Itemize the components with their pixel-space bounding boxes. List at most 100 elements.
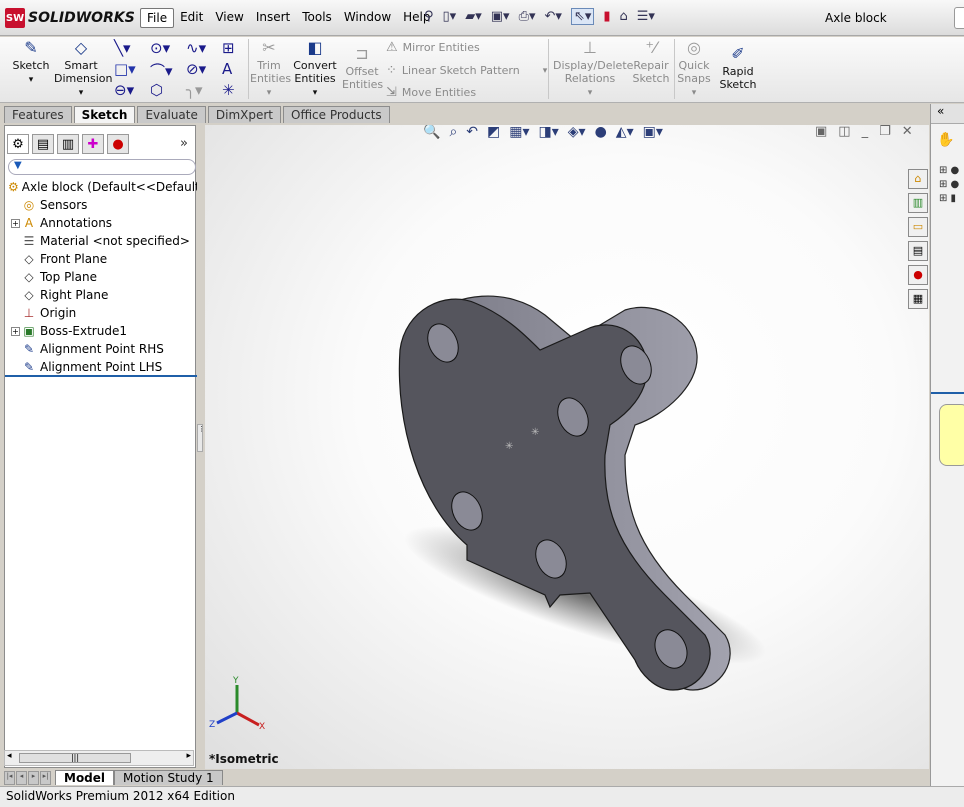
tree-root[interactable]: ⚙ Axle block (Default<<Default>_ <box>5 178 197 196</box>
rectangle-icon[interactable]: □▾ <box>114 60 136 78</box>
ellipse-icon[interactable]: ⊘▾ <box>186 60 206 78</box>
solidworks-logo-icon: SW <box>5 8 25 28</box>
scroll-left-icon[interactable]: ◂ <box>7 751 12 761</box>
quick-snaps-button[interactable]: ◎ Quick Snaps ▾ <box>676 39 712 100</box>
fillet-icon[interactable]: ╮▾ <box>186 81 203 99</box>
design-library-icon[interactable]: ▥ <box>908 193 928 213</box>
triad-x-label: X <box>259 722 265 732</box>
text-icon[interactable]: A <box>222 60 232 78</box>
expand-icon[interactable]: + <box>11 218 20 228</box>
open-folder-icon[interactable]: ▰▾ <box>465 9 482 24</box>
polygon-icon[interactable]: ⬡ <box>150 81 163 99</box>
slot-icon[interactable]: ⊖▾ <box>114 81 134 99</box>
tree-item[interactable]: ◇ Front Plane <box>5 250 197 268</box>
first-tab-icon[interactable]: |◂ <box>4 771 15 785</box>
select-arrow-icon[interactable]: ⇖▾ <box>570 8 595 25</box>
trim-entities-button[interactable]: ✂ Trim Entities ▾ <box>250 39 291 100</box>
rebuild-icon[interactable]: ▮ <box>603 9 610 24</box>
circle-icon[interactable]: ⊙▾ <box>150 39 170 57</box>
tree-expander[interactable]: ⊞ ▮ <box>939 192 959 206</box>
tree-item[interactable]: ◎ Sensors <box>5 196 197 214</box>
feature-tree-tab-icon[interactable]: ⚙ <box>7 134 29 154</box>
expand-icon[interactable]: + <box>11 326 20 336</box>
command-manager: ✎ Sketch ▾ ◇ Smart Dimension ▾ ╲▾ ⊙▾ ∿▾ ⊞ … <box>0 37 964 103</box>
hand-icon[interactable]: ✋ <box>937 132 954 148</box>
tree-expander[interactable]: ⊞ ● <box>939 164 959 178</box>
tree-item[interactable]: ☰ Material <not specified> <box>5 232 197 250</box>
panel-splitter[interactable]: ⋮ <box>197 424 205 452</box>
move-entities-button[interactable]: ⇲ Move Entities <box>386 85 476 100</box>
tab-sketch[interactable]: Sketch <box>73 106 136 123</box>
view-palette-icon[interactable]: ▤ <box>908 241 928 261</box>
tab-model[interactable]: Model <box>55 770 115 785</box>
file-properties-icon[interactable]: ⌂ <box>620 9 628 24</box>
print-icon[interactable]: ⎙▾ <box>519 9 536 24</box>
linear-sketch-pattern-button[interactable]: ⁘ Linear Sketch Pattern ▾ <box>386 63 547 78</box>
undo-icon[interactable]: ↶▾ <box>545 9 562 24</box>
arc-icon[interactable]: ⌒▾ <box>150 60 173 81</box>
chevron-down-icon[interactable]: ▾ <box>543 66 548 76</box>
tree-item-label: Material <not specified> <box>40 234 190 248</box>
configuration-manager-tab-icon[interactable]: ▥ <box>57 134 79 154</box>
new-document-icon[interactable]: ▯▾ <box>443 9 457 24</box>
last-tab-icon[interactable]: ▸| <box>40 771 51 785</box>
tree-item[interactable]: ◇ Top Plane <box>5 268 197 286</box>
appearances-icon[interactable]: ● <box>908 265 928 285</box>
menu-file[interactable]: File <box>140 8 175 28</box>
display-delete-relations-button[interactable]: ⊥ Display/Delete Relations ▾ <box>553 39 633 100</box>
part-model[interactable]: ✳ ✳ Y X Z <box>205 125 929 769</box>
file-explorer-icon[interactable]: ▭ <box>908 217 928 237</box>
menu-window[interactable]: Window <box>338 8 397 28</box>
point-icon[interactable]: ✳ <box>222 81 235 99</box>
tree-item[interactable]: + ▣ Boss-Extrude1 <box>5 322 197 340</box>
tree-item[interactable]: ⊥ Origin <box>5 304 197 322</box>
menu-view[interactable]: View <box>209 8 249 28</box>
tree-expander[interactable]: ⊞ ● <box>939 178 959 192</box>
menu-insert[interactable]: Insert <box>250 8 296 28</box>
tree-item[interactable]: + A Annotations <box>5 214 197 232</box>
rapid-sketch-icon: ✐ <box>731 44 745 63</box>
property-manager-tab-icon[interactable]: ▤ <box>32 134 54 154</box>
solidworks-window: SW SOLIDWORKS File Edit View Insert Tool… <box>0 0 964 807</box>
rapid-sketch-button[interactable]: ✐ Rapid Sketch <box>718 44 758 92</box>
tree-filter-input[interactable]: ▼ <box>8 159 196 175</box>
tree-item[interactable]: ◇ Right Plane <box>5 286 197 304</box>
dimxpert-manager-tab-icon[interactable]: ✚ <box>82 134 104 154</box>
scroll-thumb[interactable]: ||| <box>19 753 131 763</box>
tab-office-products[interactable]: Office Products <box>283 106 390 123</box>
alignment-point-rhs[interactable]: ✳ <box>531 427 539 438</box>
convert-entities-button[interactable]: ◧ Convert Entities ▾ <box>292 39 338 100</box>
scroll-right-icon[interactable]: ▸ <box>186 751 191 761</box>
custom-properties-icon[interactable]: ▦ <box>908 289 928 309</box>
offset-entities-button[interactable]: ⊐ Offset Entities <box>342 45 383 92</box>
display-manager-tab-icon[interactable]: ● <box>107 134 129 154</box>
grid-icon[interactable]: ⊞ <box>222 39 235 57</box>
solidworks-resources-icon[interactable]: ⌂ <box>908 169 928 189</box>
repair-sketch-button[interactable]: ⁺⁄ Repair Sketch <box>632 39 670 86</box>
app-logo[interactable]: SW SOLIDWORKS <box>5 7 135 29</box>
save-icon[interactable]: ▣▾ <box>491 9 510 24</box>
smart-dimension-button[interactable]: ◇ Smart Dimension ▾ <box>54 39 112 100</box>
more-tabs-icon[interactable]: » <box>180 136 188 151</box>
next-tab-icon[interactable]: ▸ <box>28 771 39 785</box>
mirror-entities-button[interactable]: ⚠ Mirror Entities <box>386 40 480 55</box>
menu-tools[interactable]: Tools <box>296 8 338 28</box>
options-icon[interactable]: ☰▾ <box>637 9 655 24</box>
tab-evaluate[interactable]: Evaluate <box>137 106 206 123</box>
tree-item[interactable]: ✎ Alignment Point RHS <box>5 340 197 358</box>
tree-item[interactable]: ✎ Alignment Point LHS <box>5 358 197 376</box>
horizontal-scrollbar[interactable]: ◂ ||| ▸ <box>4 750 194 766</box>
alignment-point-lhs[interactable]: ✳ <box>505 441 513 452</box>
tab-dimxpert[interactable]: DimXpert <box>207 106 281 123</box>
tab-motion-study-1[interactable]: Motion Study 1 <box>114 770 223 785</box>
tab-features[interactable]: Features <box>4 106 72 123</box>
search-box[interactable] <box>954 7 964 29</box>
menu-edit[interactable]: Edit <box>174 8 209 28</box>
collapse-task-pane-icon[interactable]: « <box>931 104 964 124</box>
pin-icon[interactable]: ⚲ <box>424 9 434 24</box>
line-icon[interactable]: ╲▾ <box>114 39 131 57</box>
spline-icon[interactable]: ∿▾ <box>186 39 206 57</box>
sketch-button[interactable]: ✎ Sketch ▾ <box>10 39 52 87</box>
prev-tab-icon[interactable]: ◂ <box>16 771 27 785</box>
graphics-area[interactable]: 🔍 ⌕ ↶ ◩ ▦▾ ◨▾ ◈▾ ● ◭▾ ▣▾ ▣ ◫ _ ❐ ✕ ✳ ✳ Y… <box>205 125 929 769</box>
